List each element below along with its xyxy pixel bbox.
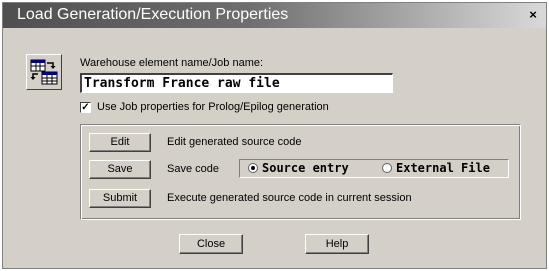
table-transform-icon-graphic — [30, 59, 58, 85]
window-title: Load Generation/Execution Properties — [17, 6, 289, 23]
actions-group: Edit Edit generated source code Save Sav… — [80, 124, 521, 220]
table-transform-icon — [26, 54, 62, 90]
edit-description: Edit generated source code — [167, 136, 302, 148]
radio-source-entry-label: Source entry — [262, 161, 349, 175]
close-icon[interactable]: × — [526, 8, 540, 22]
title-bar: Load Generation/Execution Properties × — [3, 3, 546, 28]
radio-source-entry[interactable]: Source entry — [248, 161, 368, 176]
save-description: Save code — [167, 163, 219, 175]
radio-unselected-icon[interactable] — [382, 163, 392, 173]
warehouse-name-label: Warehouse element name/Job name: — [80, 57, 264, 69]
save-target-radio-group: Source entry External File — [239, 159, 509, 178]
checkbox-check-icon[interactable]: ✓ — [80, 102, 91, 113]
properties-dialog: Load Generation/Execution Properties × W… — [2, 2, 547, 269]
radio-external-file-label: External File — [396, 161, 490, 175]
use-job-properties-label: Use Job properties for Prolog/Epilog gen… — [97, 101, 329, 113]
help-button[interactable]: Help — [305, 234, 369, 254]
submit-button[interactable]: Submit — [89, 189, 151, 208]
edit-button[interactable]: Edit — [89, 133, 151, 152]
radio-external-file[interactable]: External File — [382, 161, 504, 176]
submit-description: Execute generated source code in current… — [167, 192, 412, 204]
warehouse-name-input[interactable] — [80, 73, 393, 93]
close-button[interactable]: Close — [179, 234, 243, 254]
save-button[interactable]: Save — [89, 160, 151, 179]
radio-selected-icon[interactable] — [248, 163, 258, 173]
